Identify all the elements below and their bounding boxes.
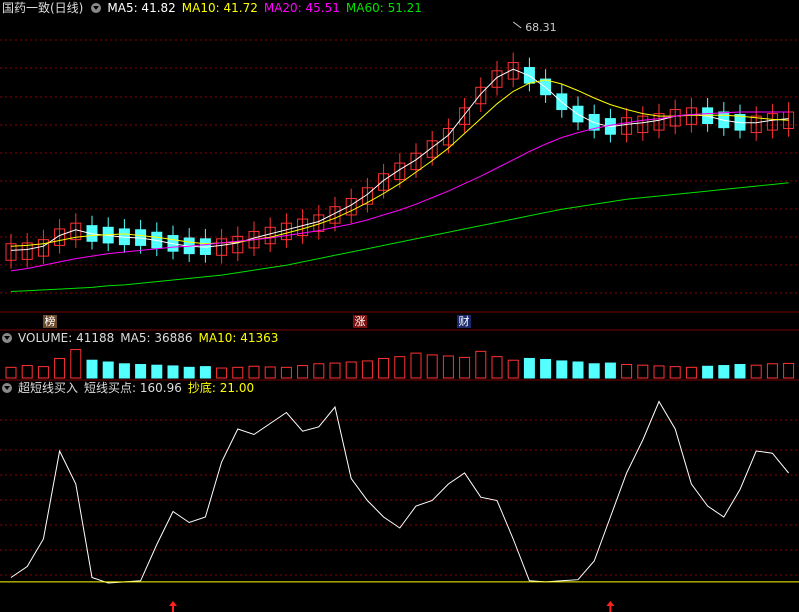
volume-bar	[70, 349, 82, 379]
buy-arrow-icon	[606, 601, 615, 612]
volume-bar	[410, 352, 422, 379]
volume-bar	[135, 363, 147, 379]
volume-bar	[783, 362, 795, 379]
buy-arrow-icon	[169, 601, 177, 612]
volume-bar	[540, 359, 552, 379]
volume-bar	[507, 359, 519, 379]
volume-bar	[297, 365, 309, 379]
volume-bar	[199, 366, 211, 379]
volume-bar	[54, 357, 66, 379]
volume-bar	[588, 363, 600, 379]
volume-bar	[718, 365, 730, 379]
volume-bar	[604, 362, 616, 379]
volume-bar	[669, 366, 681, 379]
high-label: 68.31	[525, 21, 557, 34]
volume-bar	[426, 354, 438, 379]
volume-bar	[21, 365, 33, 379]
ma-line-ma20	[10, 111, 789, 272]
volume-bar	[637, 364, 649, 379]
volume-bar	[216, 367, 228, 379]
volume-bar	[329, 362, 341, 379]
volume-bar	[167, 365, 179, 379]
volume-bar	[702, 365, 714, 379]
volume-bar	[102, 361, 114, 379]
volume-bar	[378, 357, 390, 379]
volume-bar	[459, 356, 471, 379]
volume-bar	[86, 359, 98, 379]
volume-bar	[523, 357, 535, 379]
volume-bar	[5, 366, 17, 379]
volume-bar	[556, 360, 568, 379]
volume-bar	[118, 363, 130, 379]
volume-bar	[685, 366, 697, 379]
volume-bar	[491, 356, 503, 379]
volume-bar	[313, 363, 325, 379]
volume-bar	[766, 363, 778, 379]
volume-bar	[621, 363, 633, 379]
volume-bar	[572, 361, 584, 379]
volume-bar	[394, 356, 406, 379]
volume-bar	[37, 366, 49, 379]
volume-bar	[151, 364, 163, 379]
volume-bar	[345, 361, 357, 379]
volume-bar	[232, 366, 244, 379]
volume-bar	[361, 360, 373, 379]
high-marker	[512, 21, 522, 29]
volume-bar	[475, 350, 487, 379]
indicator-line	[10, 400, 789, 584]
volume-bar	[734, 363, 746, 379]
volume-bar	[750, 364, 762, 379]
volume-bar	[442, 355, 454, 379]
chart-canvas[interactable]: 68.31	[0, 0, 799, 612]
volume-bar	[248, 365, 260, 379]
volume-bar	[653, 365, 665, 379]
volume-bar	[264, 366, 276, 379]
volume-bar	[183, 366, 195, 379]
volume-bar	[280, 366, 292, 379]
